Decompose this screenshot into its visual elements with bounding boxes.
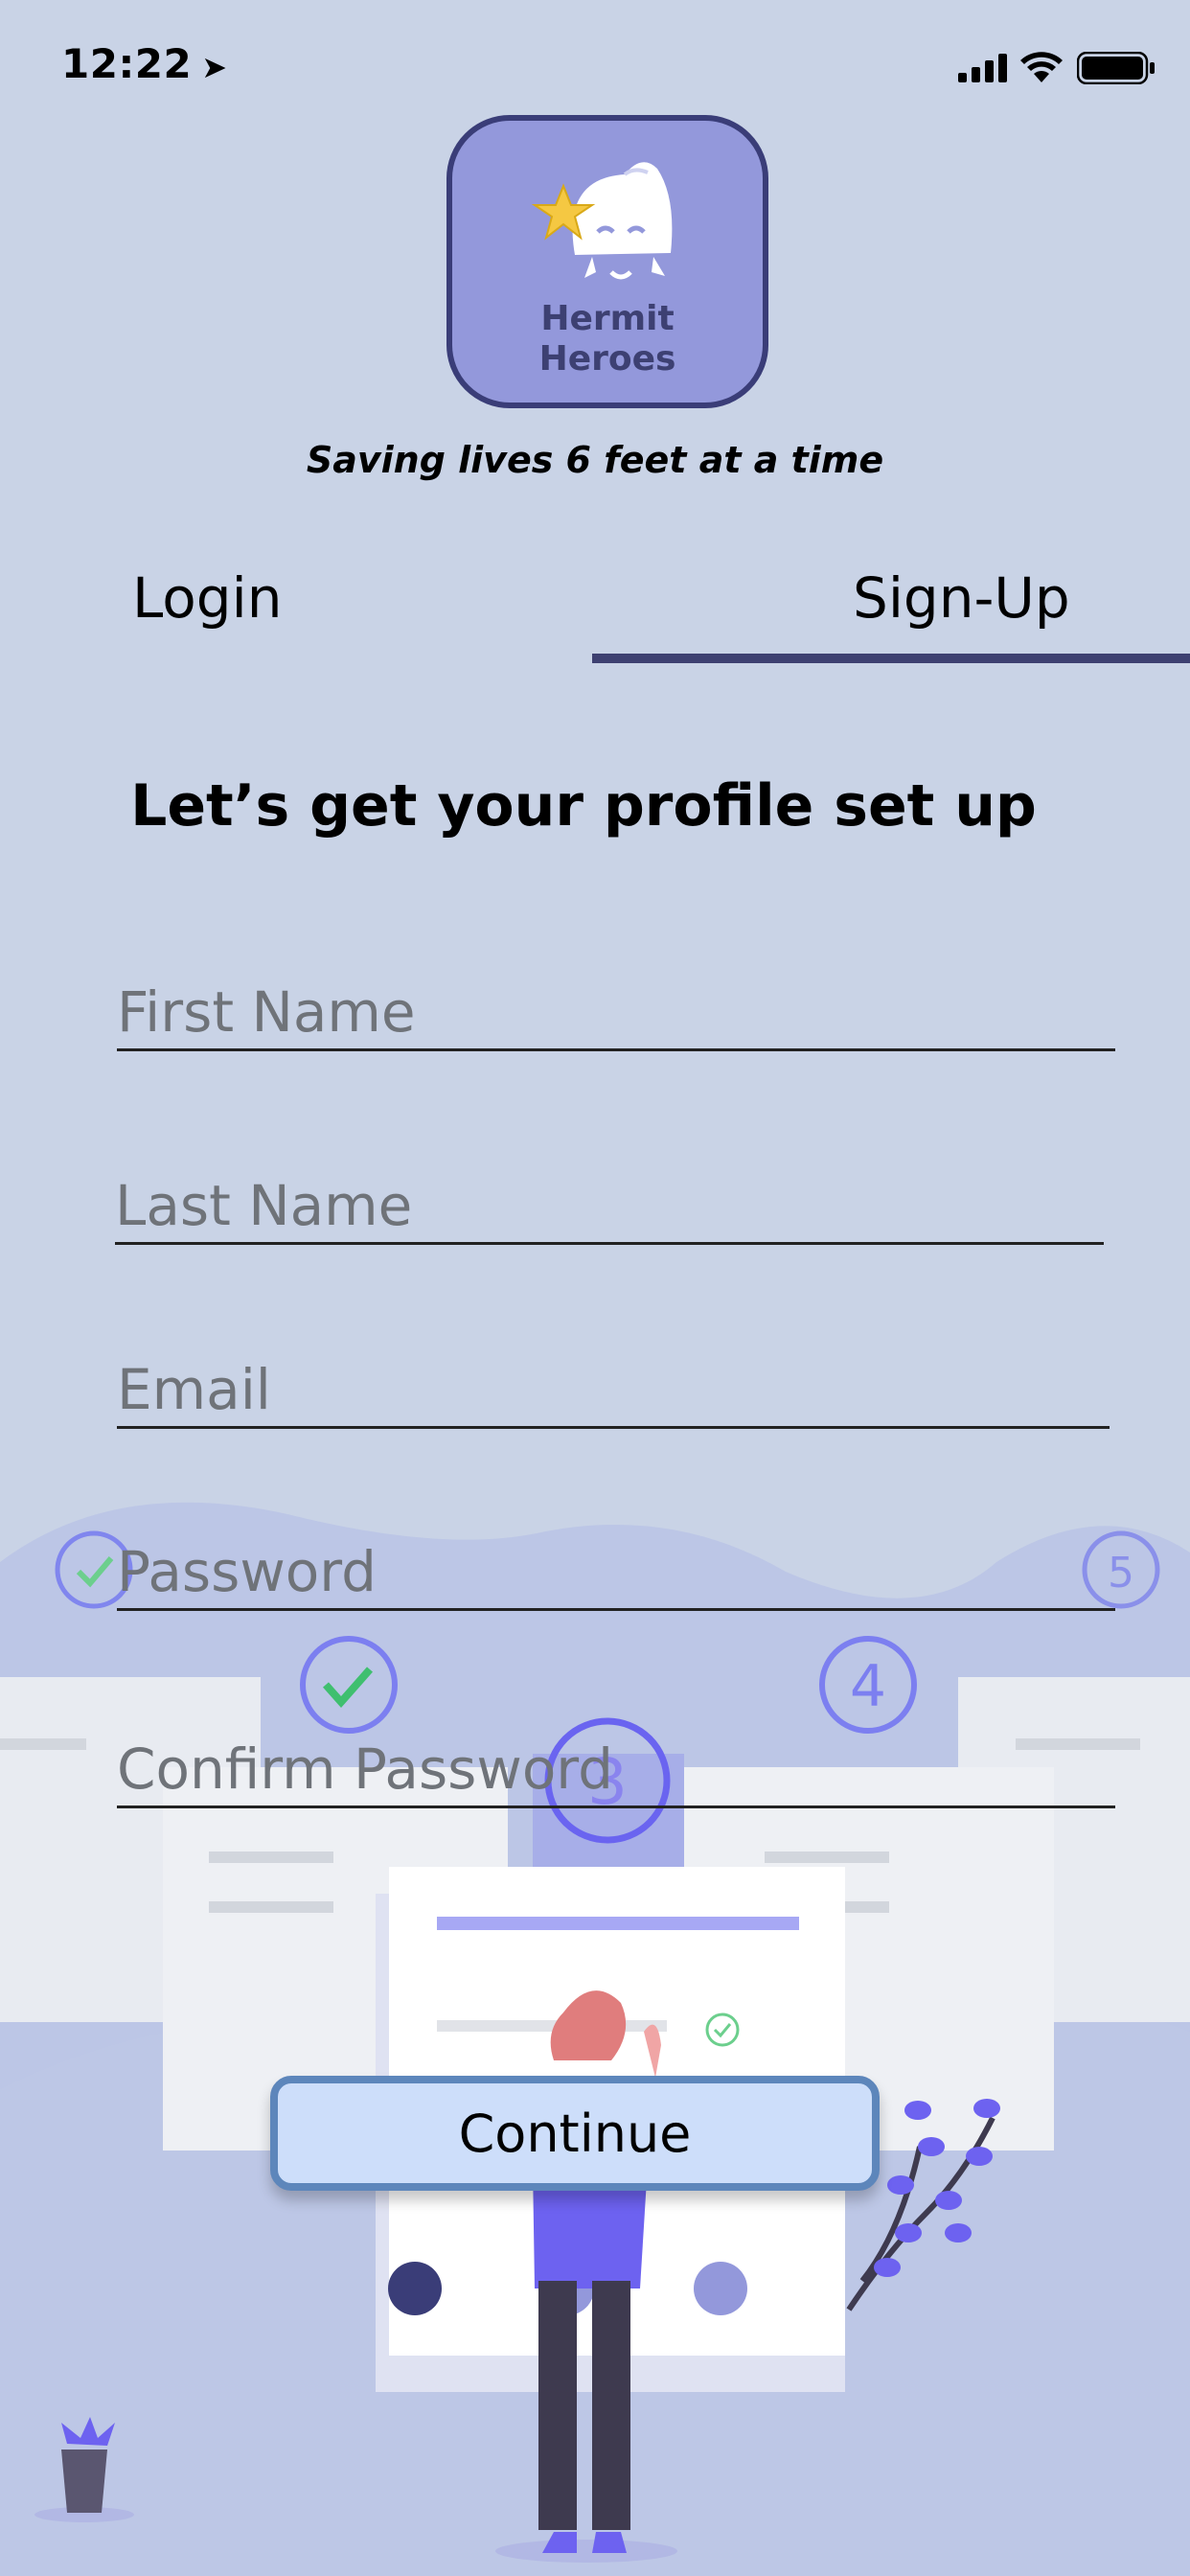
- tab-signup[interactable]: Sign-Up: [853, 565, 1070, 631]
- last-name-field[interactable]: [115, 1173, 1104, 1245]
- tagline: Saving lives 6 feet at a time: [306, 439, 884, 481]
- password-field[interactable]: [117, 1539, 1115, 1611]
- first-name-input[interactable]: [117, 979, 1115, 1048]
- battery-icon: [1077, 52, 1155, 84]
- onboarding-illustration: 3 4 5: [0, 1502, 1190, 2576]
- tab-login[interactable]: Login: [132, 565, 282, 631]
- last-name-input[interactable]: [115, 1173, 1104, 1242]
- logo-wordmark: Hermit Heroes: [538, 299, 676, 379]
- location-arrow-icon: ➤: [201, 49, 228, 85]
- active-tab-indicator: [592, 654, 1190, 663]
- password-input[interactable]: [117, 1539, 1115, 1608]
- step-4-label: 4: [850, 1653, 886, 1720]
- email-field[interactable]: [117, 1357, 1110, 1429]
- confirm-password-input[interactable]: [117, 1736, 1115, 1806]
- hermit-crab-icon: [531, 162, 673, 280]
- wifi-icon: [1020, 52, 1063, 82]
- email-input[interactable]: [117, 1357, 1110, 1426]
- first-name-field[interactable]: [117, 979, 1115, 1051]
- confirm-password-field[interactable]: [117, 1736, 1115, 1808]
- page-heading: Let’s get your profile set up: [130, 772, 1037, 840]
- continue-button[interactable]: Continue: [270, 2076, 880, 2191]
- status-time: 12:22 ➤: [61, 40, 228, 87]
- cellular-signal-icon: [958, 54, 1007, 82]
- app-logo: Hermit Heroes: [446, 115, 768, 408]
